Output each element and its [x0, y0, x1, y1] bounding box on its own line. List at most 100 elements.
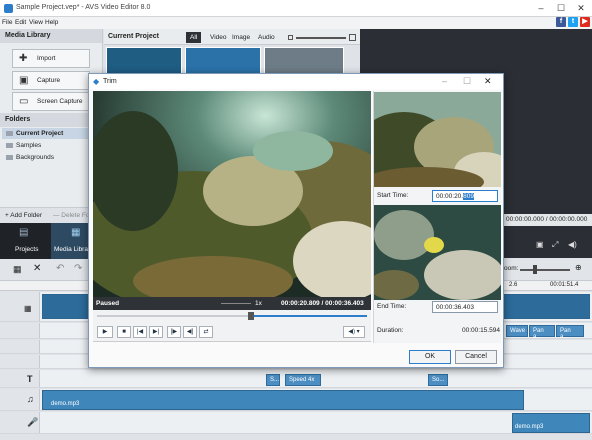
storyboard-icon[interactable]: ▦ [13, 264, 22, 275]
window-title-bar: Sample Project.vep* - AVS Video Editor 8… [0, 0, 592, 17]
minimize-icon[interactable]: – [442, 76, 447, 86]
track-header [0, 355, 40, 368]
track-header [0, 323, 40, 338]
music-icon: ♫ [27, 394, 34, 404]
menu-bar: File Edit View Help [0, 17, 592, 29]
start-time-field[interactable]: 00:00:20.809 [432, 190, 498, 202]
screen-capture-button[interactable]: ▭ Screen Capture [12, 92, 90, 111]
text-icon: T [27, 374, 33, 384]
volume-icon[interactable]: ◀) [568, 240, 577, 249]
facebook-icon[interactable]: f [556, 17, 566, 27]
thumb-size-slider[interactable] [296, 37, 346, 39]
previous-frame-icon[interactable]: |◀ [133, 326, 147, 338]
small-thumb-icon[interactable] [288, 35, 293, 40]
delete-icon[interactable]: ✕ [33, 263, 41, 274]
zoom-slider-handle[interactable] [533, 265, 537, 274]
menu-edit[interactable]: Edit [15, 19, 26, 26]
folder-icon [6, 155, 13, 160]
track-header: T [0, 370, 40, 387]
audio-clip[interactable]: demo.mp3 [42, 390, 524, 410]
trim-range-panel: Start Time: 00:00:20.809 End Time: 00:00… [373, 91, 501, 343]
media-thumbnail[interactable] [264, 47, 344, 75]
media-thumbnail[interactable] [106, 47, 182, 75]
maximize-icon[interactable]: ☐ [554, 2, 568, 14]
app-icon: ◆ [93, 77, 100, 86]
microphone-icon: 🎤 [27, 417, 39, 427]
set-start-icon[interactable]: [▶ [167, 326, 181, 338]
delete-folder-button[interactable]: — Delete Fol [53, 212, 91, 219]
import-button[interactable]: ✚ Import [12, 49, 90, 68]
snapshot-icon[interactable]: ▣ [536, 240, 544, 249]
film-icon: ▦ [24, 304, 32, 313]
text-clip[interactable]: S... [266, 374, 280, 386]
tab-video[interactable]: Video [206, 32, 231, 43]
seek-handle[interactable] [248, 312, 254, 320]
youtube-icon[interactable]: ▶ [580, 17, 590, 27]
folder-icon [6, 131, 13, 136]
play-icon[interactable]: ▶ [97, 326, 113, 338]
folder-samples[interactable]: Samples [2, 140, 100, 151]
volume-icon[interactable]: ◀) ▾ [343, 326, 365, 338]
current-project-header: Current Project All Video Image Audio [104, 29, 360, 45]
minimize-icon[interactable]: – [534, 2, 548, 14]
undo-icon[interactable]: ↶ [56, 263, 64, 274]
stop-icon[interactable]: ■ [117, 326, 131, 338]
zoom-slider[interactable] [520, 269, 570, 271]
audio-clip[interactable]: demo.mp3 [512, 413, 590, 433]
folders-header: Folders [0, 113, 102, 127]
capture-button[interactable]: ▣ Capture [12, 71, 90, 90]
import-label: Import [37, 55, 56, 62]
effect-clip[interactable]: Pan a... [529, 325, 555, 340]
start-frame-preview [374, 92, 501, 187]
menu-help[interactable]: Help [45, 19, 58, 26]
start-time-value: 00:00:20. [436, 193, 464, 200]
next-frame-icon[interactable]: ▶| [149, 326, 163, 338]
end-frame-image [374, 205, 501, 300]
folder-label: Samples [16, 142, 42, 149]
fullscreen-icon[interactable]: ⤢ [552, 240, 558, 250]
start-time-label: Start Time: [377, 192, 409, 199]
plus-icon: ✚ [19, 53, 28, 64]
media-library-header: Media Library [0, 29, 102, 43]
ok-button[interactable]: OK [409, 350, 451, 364]
text-clip[interactable]: So... [428, 374, 448, 386]
cancel-button[interactable]: Cancel [455, 350, 497, 364]
maximize-icon[interactable]: ☐ [463, 76, 471, 87]
folder-label: Backgrounds [16, 154, 54, 161]
tab-audio[interactable]: Audio [254, 32, 279, 43]
add-folder-button[interactable]: + Add Folder [5, 212, 42, 219]
track-header: ▦ [0, 292, 40, 321]
menu-file[interactable]: File [2, 19, 12, 26]
loop-icon[interactable]: ⇄ [199, 326, 213, 338]
camera-icon: ▣ [19, 75, 29, 86]
zoom-in-icon[interactable]: ⊕ [575, 263, 582, 272]
twitter-icon[interactable]: t [568, 17, 578, 27]
app-icon [4, 4, 13, 13]
tab-all[interactable]: All [186, 32, 202, 43]
folder-label: Current Project [16, 130, 64, 137]
close-icon[interactable]: ✕ [484, 76, 492, 87]
projects-icon: ▤ [19, 227, 29, 238]
voice-track: 🎤 demo.mp3 [0, 412, 592, 434]
redo-icon[interactable]: ↷ [74, 263, 82, 274]
menu-view[interactable]: View [29, 19, 43, 26]
projects-nav-button[interactable]: ▤ Projects [0, 223, 51, 259]
set-end-icon[interactable]: ◀] [183, 326, 197, 338]
effect-clip[interactable]: Pan a... [556, 325, 584, 340]
text-clip[interactable]: Speed 4x [285, 374, 321, 386]
end-time-field[interactable]: 00:00:36.403 [432, 301, 498, 313]
trim-seek-bar[interactable] [93, 310, 371, 322]
preview-time-readout: 00:00:00.000 / 00:00:00.000 [506, 216, 588, 223]
playback-time: 00:00:20.809 / 00:00:36.403 [281, 300, 364, 307]
speed-slider[interactable] [221, 303, 251, 304]
close-icon[interactable]: ✕ [574, 2, 588, 14]
effect-clip[interactable]: Wave [506, 325, 528, 337]
projects-label: Projects [15, 246, 39, 253]
end-time-label: End Time: [377, 303, 407, 310]
large-thumb-icon[interactable] [349, 34, 356, 41]
tab-image[interactable]: Image [228, 32, 254, 43]
folder-current-project[interactable]: Current Project [2, 128, 100, 139]
media-thumbnail[interactable] [185, 47, 261, 75]
folder-backgrounds[interactable]: Backgrounds [2, 152, 100, 163]
audio-clip-label: demo.mp3 [515, 424, 544, 430]
